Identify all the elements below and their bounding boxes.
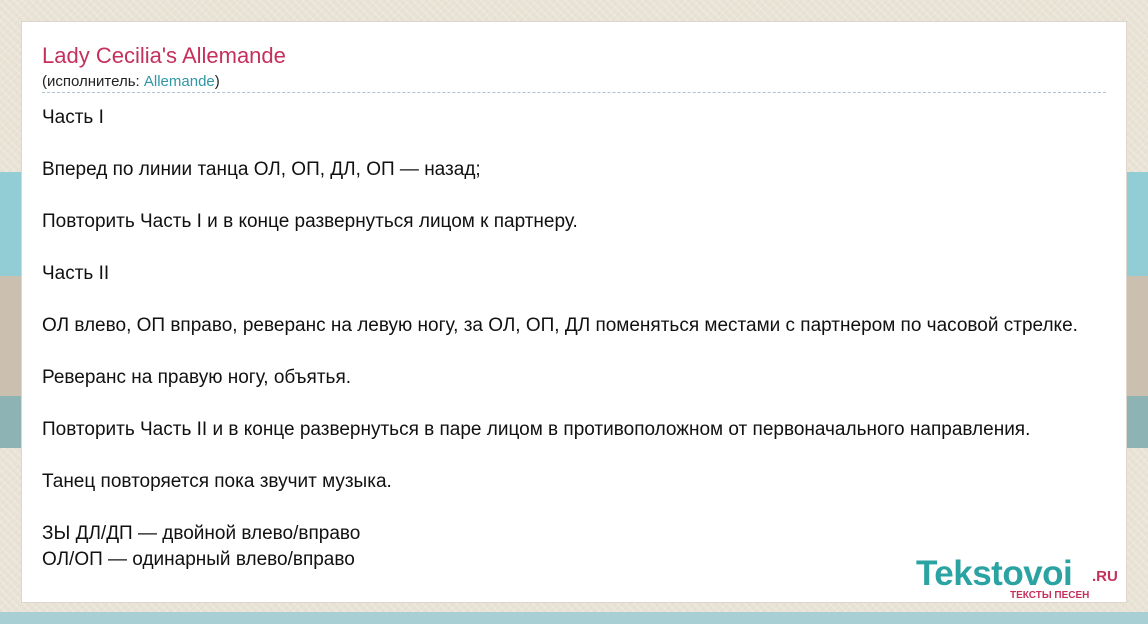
site-logo[interactable]: Tekstovoi .RU ТЕКСТЫ ПЕСЕН (916, 554, 1120, 601)
background-stripe-bottom (0, 612, 1148, 624)
lyric-line: Повторить Часть I и в конце развернуться… (42, 211, 578, 232)
lyric-line: Реверанс на правую ногу, объятья. (42, 367, 352, 388)
performer-prefix: (исполнитель: (42, 73, 144, 90)
lyrics-card: Lady Cecilia's Allemande (исполнитель: A… (22, 22, 1126, 602)
song-title: Lady Cecilia's Allemande (42, 43, 286, 68)
lyric-line: Часть II (42, 263, 110, 284)
lyric-line (42, 391, 1126, 417)
logo-name: Tekstovoi (916, 554, 1073, 593)
lyric-line (42, 287, 1126, 313)
lyric-line: ЗЫ ДЛ/ДП — двойной влево/вправо (42, 523, 361, 544)
lyric-line: Танец повторяется пока звучит музыка. (42, 471, 392, 492)
logo-tld: .RU (1092, 568, 1118, 585)
lyric-line: Повторить Часть II и в конце развернутьс… (42, 419, 1031, 440)
lyric-line: ОЛ влево, ОП вправо, реверанс на левую н… (42, 315, 1078, 336)
title-divider (42, 92, 1106, 93)
performer-line: (исполнитель: Allemande) (42, 73, 220, 90)
performer-link[interactable]: Allemande (144, 73, 215, 90)
lyric-line (42, 235, 1126, 261)
logo-tagline: ТЕКСТЫ ПЕСЕН (1010, 590, 1090, 601)
lyric-line (42, 183, 1126, 209)
lyric-line: Вперед по линии танца ОЛ, ОП, ДЛ, ОП — н… (42, 159, 481, 180)
lyric-line (42, 495, 1126, 521)
lyric-line (42, 339, 1126, 365)
lyric-line (42, 131, 1126, 157)
performer-suffix: ) (214, 73, 220, 90)
lyric-line (42, 443, 1126, 469)
lyrics-text: Часть I Вперед по линии танца ОЛ, ОП, ДЛ… (42, 105, 1126, 573)
lyric-line: Часть I (42, 107, 104, 128)
